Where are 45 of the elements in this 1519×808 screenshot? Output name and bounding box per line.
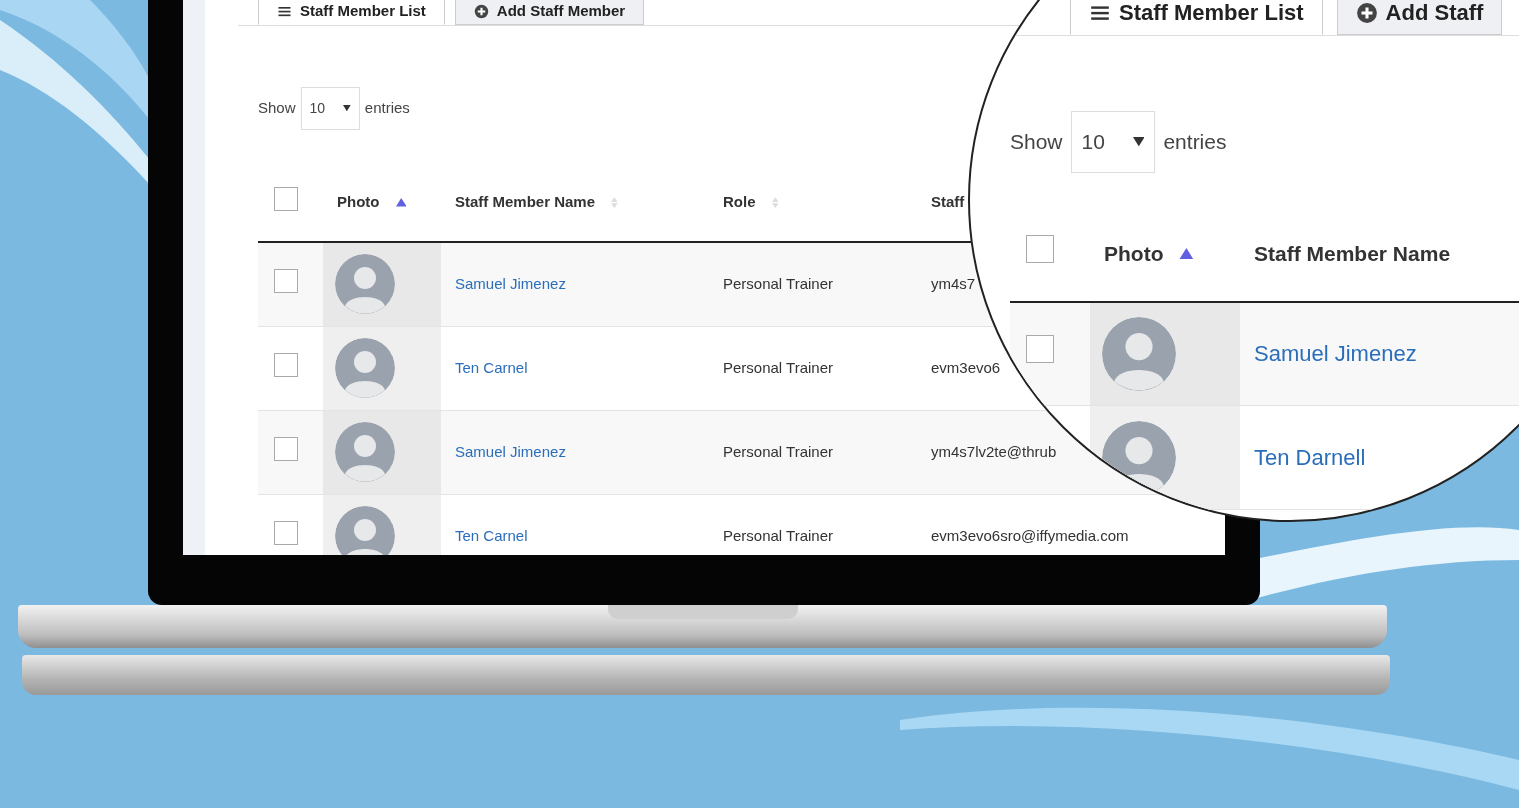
show-label: Show (1010, 129, 1063, 155)
row-checkbox[interactable] (274, 269, 298, 293)
avatar-silhouette (335, 338, 395, 398)
entries-label: entries (364, 98, 410, 119)
column-header[interactable]: Role (723, 191, 756, 214)
staff-name-link[interactable]: Ten Darnell (1254, 445, 1366, 470)
plus-circle-icon (1355, 1, 1378, 24)
entries-select[interactable]: 10 (300, 87, 360, 130)
column-header[interactable]: Staff Member Name (455, 191, 596, 214)
caret-icon (343, 105, 351, 112)
staff-name-link[interactable]: Ten Carnel (455, 358, 528, 376)
caret-icon (1132, 137, 1145, 147)
staff-name-link[interactable]: Samuel Jimenez (1254, 341, 1417, 367)
tab[interactable]: Add Staff (1336, 0, 1503, 35)
avatar-silhouette (335, 254, 395, 315)
tab[interactable]: Staff Member List (1070, 0, 1323, 35)
email-text: evm3evo6 (931, 358, 1001, 376)
column-header[interactable]: Staff (931, 191, 965, 214)
role-text: Personal Trainer (723, 275, 834, 292)
role-text: Personal Trainer (723, 358, 834, 376)
menu-icon (277, 4, 292, 19)
role-text: Personal Trainer (723, 442, 834, 460)
staff-name-link[interactable]: Samuel Jimenez (455, 275, 566, 292)
select-all-checkbox[interactable] (1026, 235, 1054, 264)
staff-name-link[interactable]: Ten Carnel (455, 526, 528, 544)
plus-circle-icon (473, 4, 489, 19)
column-header[interactable]: Photo (1104, 237, 1164, 270)
column-header[interactable]: Staff Member Name (1254, 237, 1451, 270)
entries-label: entries (1163, 129, 1227, 155)
show-label: Show (258, 98, 296, 119)
tab[interactable]: Add Staff Member (454, 0, 645, 25)
entries-select[interactable]: 10 (1070, 111, 1156, 173)
tab[interactable]: Staff Member List (258, 0, 445, 25)
row-checkbox[interactable] (1026, 335, 1054, 364)
row-checkbox[interactable] (274, 352, 298, 377)
row-checkbox[interactable] (274, 436, 298, 461)
role-text: Personal Trainer (723, 526, 834, 544)
select-all-checkbox[interactable] (274, 187, 298, 212)
avatar-silhouette (335, 422, 395, 482)
email-text: ym4s7 (931, 275, 976, 292)
email-text: ym4s7lv2te@thrub (931, 442, 1057, 460)
row-checkbox[interactable] (274, 520, 298, 545)
column-header[interactable]: Photo (337, 191, 380, 214)
email-text: evm3evo6sro@iffymedia.com (931, 526, 1129, 544)
staff-name-link[interactable]: Samuel Jimenez (455, 442, 566, 460)
